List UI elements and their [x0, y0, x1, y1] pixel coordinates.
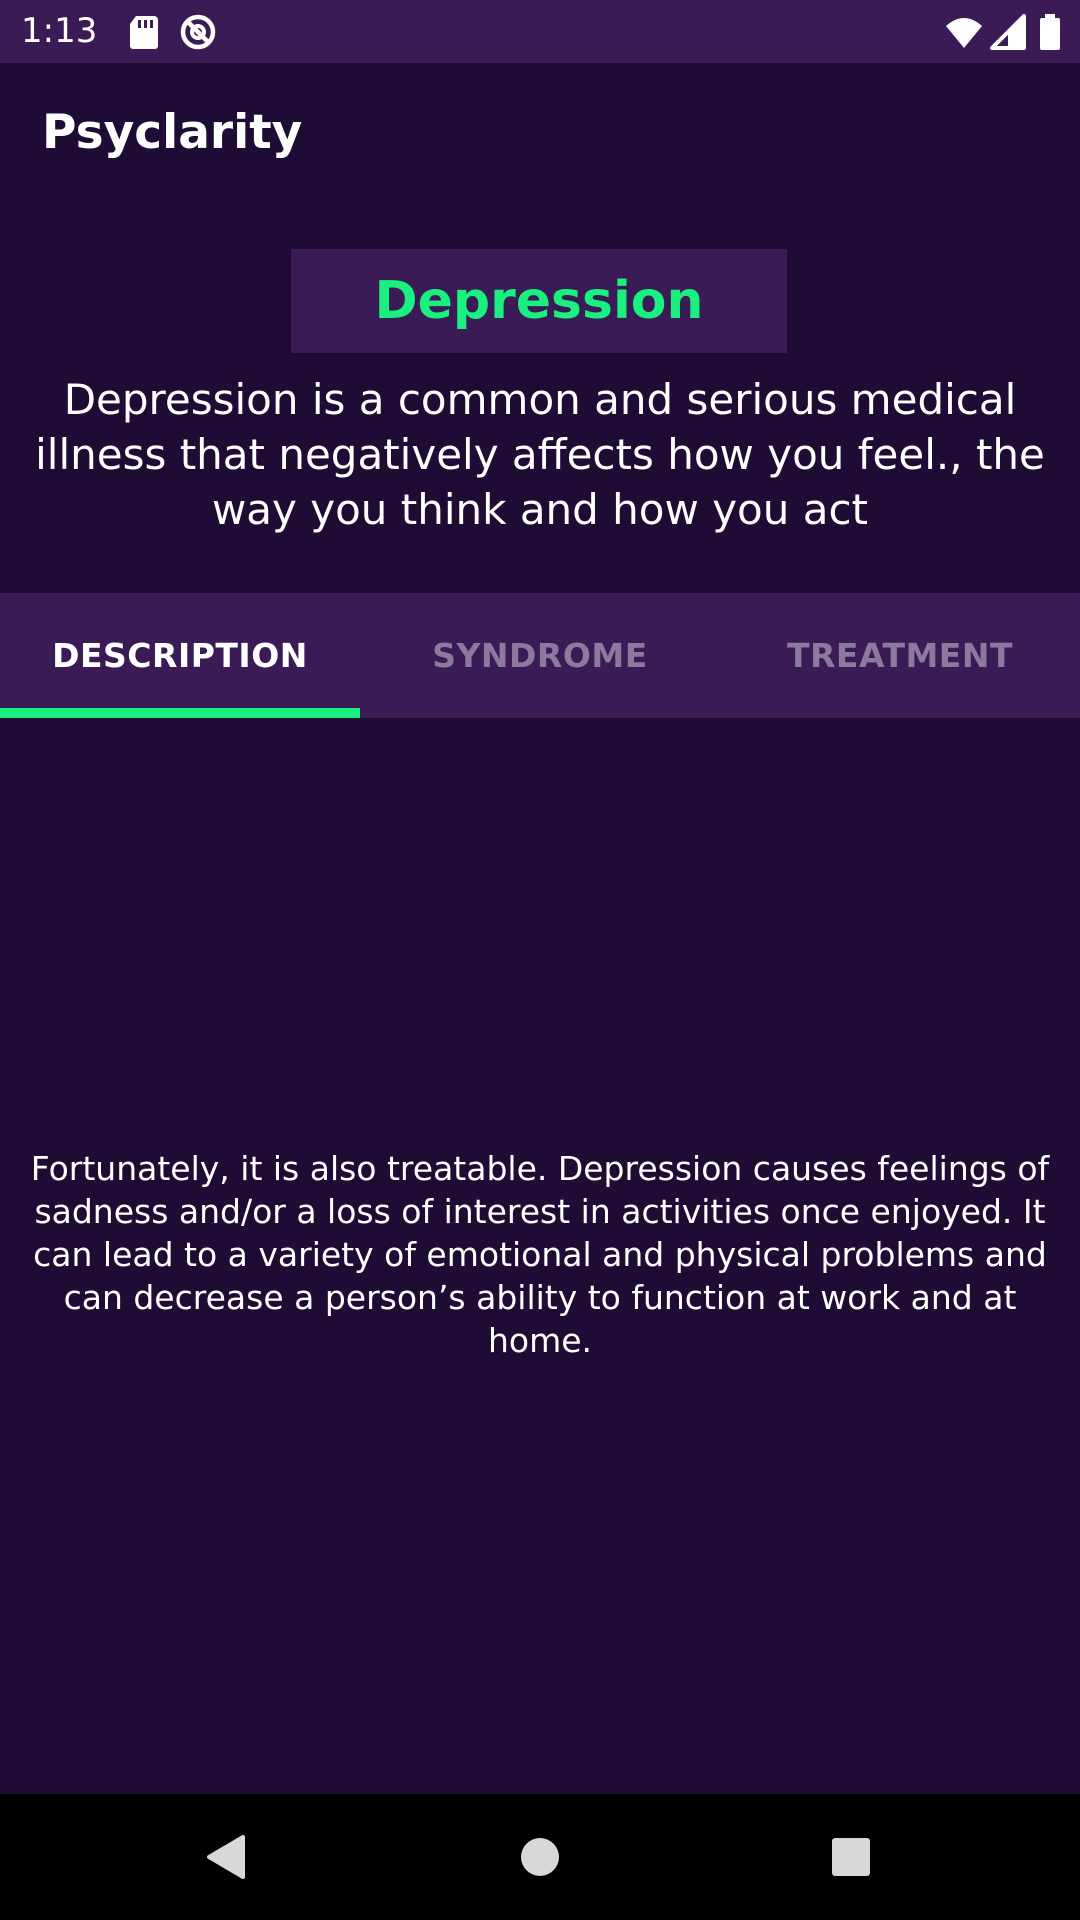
back-button[interactable] [190, 1822, 260, 1892]
status-bar: 1:13 [0, 0, 1080, 63]
tab-bar: DESCRIPTION SYNDROME TREATMENT [0, 593, 1080, 718]
app-title: Psyclarity [42, 105, 303, 160]
screen: 1:13 Psyclarity Depression Depression is… [0, 0, 1080, 1920]
home-button[interactable] [505, 1822, 575, 1892]
nav-bar [0, 1794, 1080, 1920]
tab-treatment-label: TREATMENT [787, 636, 1013, 675]
recents-icon [832, 1838, 870, 1876]
tab-description-label: DESCRIPTION [52, 636, 308, 675]
tab-description[interactable]: DESCRIPTION [0, 593, 360, 718]
wifi-icon [944, 12, 984, 52]
topic-title: Depression [374, 271, 704, 331]
sd-card-icon [124, 12, 164, 52]
status-time: 1:13 [21, 11, 98, 51]
app-bar: Psyclarity [0, 63, 1080, 210]
tab-content: Fortunately, it is also treatable. Depre… [0, 718, 1080, 1794]
topic-badge: Depression [291, 249, 787, 353]
back-icon [207, 1835, 245, 1879]
battery-icon [1036, 12, 1064, 52]
tab-syndrome[interactable]: SYNDROME [360, 593, 720, 718]
signal-icon [988, 12, 1028, 52]
home-icon [521, 1838, 559, 1876]
tab-syndrome-label: SYNDROME [432, 636, 648, 675]
description-text: Fortunately, it is also treatable. Depre… [30, 1148, 1050, 1360]
recents-button[interactable] [816, 1822, 886, 1892]
tab-indicator [0, 708, 360, 718]
no-disturb-icon [178, 12, 218, 52]
topic-summary: Depression is a common and serious medic… [35, 375, 1045, 534]
tab-treatment[interactable]: TREATMENT [720, 593, 1080, 718]
